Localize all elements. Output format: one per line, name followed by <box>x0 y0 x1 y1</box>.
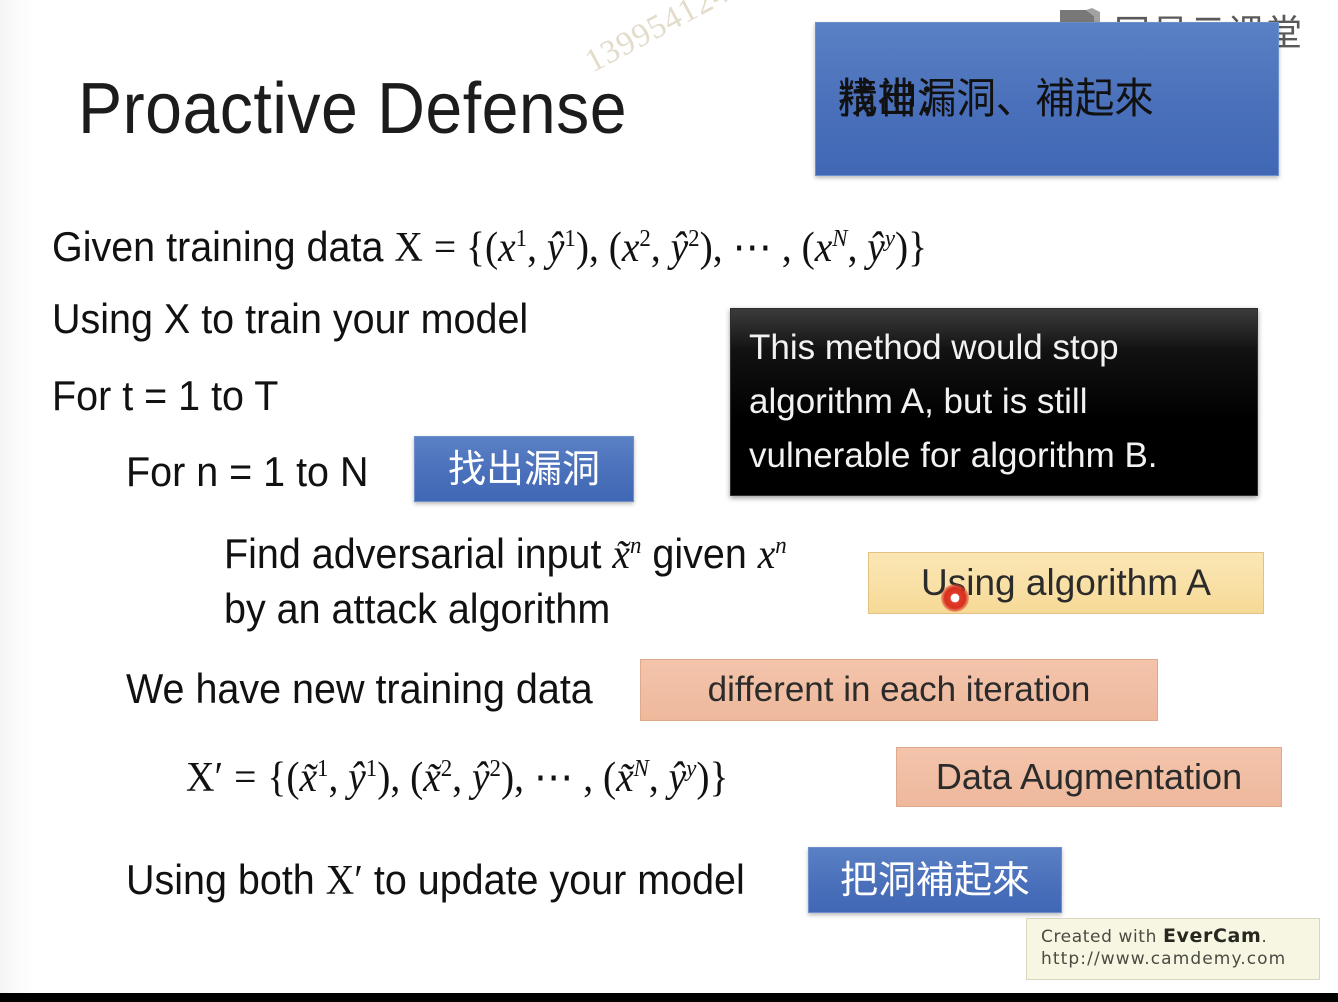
comma-2: , <box>650 225 671 271</box>
eq-sign: = <box>234 755 257 801</box>
slide-canvas: Proactive Defense 1399541243 网易云课堂 精神： 找… <box>0 0 1338 1002</box>
x-2: x <box>621 225 640 271</box>
find-prefix: Find adversarial input <box>224 530 613 577</box>
page-title: Proactive Defense <box>78 69 628 149</box>
spirit-callout-box: 精神： 找出漏洞、補起來 <box>815 22 1279 176</box>
yhat-2: ŷ <box>670 225 689 271</box>
xt-sup-1: 1 <box>317 755 329 782</box>
text-line-update-your-model: Using both X′ to update your model <box>126 856 745 905</box>
xt-sup-2: 2 <box>440 755 453 782</box>
sup-N: N <box>832 225 848 252</box>
comma-1: , <box>527 225 547 271</box>
comma-5: , <box>452 755 472 801</box>
note-callout-box: This method would stop algorithm A, but … <box>730 308 1258 496</box>
evercam-brand: EverCam <box>1162 925 1262 947</box>
update-prefix: Using both <box>126 856 326 903</box>
text-line-find-adversarial-input: Find adversarial input x̃n given xn <box>224 530 787 579</box>
yhat-sup-1: 1 <box>365 755 378 782</box>
comma-4: , <box>328 755 349 801</box>
user-id-watermark: 1399541243 <box>579 0 751 80</box>
yhat-1: ŷ <box>546 225 565 271</box>
evercam-line-1: Created with EverCam. <box>1041 925 1319 947</box>
given-open: = {( <box>433 225 499 271</box>
x-N: x <box>814 225 833 271</box>
sup-n-1: n <box>629 532 642 559</box>
sup-1b: 1 <box>564 225 576 252</box>
sup-n-2: n <box>775 532 787 559</box>
note-line-3: vulnerable for algorithm B. <box>749 436 1158 476</box>
xt-N: x̃ <box>616 755 634 801</box>
xt-sup-N: N <box>633 755 649 782</box>
x-tilde-n: x̃ <box>612 532 630 578</box>
comma-3: , <box>847 225 868 271</box>
comma-6: , <box>648 755 669 801</box>
X-prime-2: X′ <box>325 858 363 904</box>
text-line-using-x-to-train: Using X to train your model <box>52 295 529 342</box>
yhat-p1: ŷ <box>348 755 366 801</box>
yhat-N: ŷ <box>867 225 885 271</box>
sup-y: y <box>884 225 896 252</box>
mid-3: ), ( <box>377 755 424 801</box>
X-prime: X′ <box>186 755 224 801</box>
sup-1a: 1 <box>515 225 528 252</box>
mid-2: ), ⋯ , ( <box>699 225 815 271</box>
patch-hole-callout: 把洞補起來 <box>808 847 1062 913</box>
sup-2a: 2 <box>639 225 651 252</box>
evercam-suffix: . <box>1261 927 1268 947</box>
evercam-line-2: http://www.camdemy.com <box>1041 949 1287 969</box>
yhat-pN: ŷ <box>668 755 687 801</box>
x-1: x <box>498 225 516 271</box>
text-line-for-n: For n = 1 to N <box>126 448 369 495</box>
open-set-2: {( <box>267 755 300 801</box>
text-line-x-prime-formula: X′ = {(x̃1, ŷ1), (x̃2, ŷ2), ⋯ , (x̃N, ŷy… <box>186 752 728 802</box>
mid-4: ), ⋯ , ( <box>500 755 617 801</box>
using-algorithm-a-callout: Using algorithm A <box>868 552 1264 614</box>
spirit-line-2: 找出漏洞、補起來 <box>838 74 1154 124</box>
evercam-watermark-badge: Created with EverCam. http://www.camdemy… <box>1026 918 1320 980</box>
close-set-1: )} <box>895 225 928 271</box>
given-X: X <box>394 225 423 271</box>
yhat-sup-2: 2 <box>489 755 501 782</box>
data-augmentation-callout: Data Augmentation <box>896 747 1282 807</box>
note-line-2: algorithm A, but is still <box>749 381 1088 421</box>
mid-1: ), ( <box>575 225 622 271</box>
update-suffix: to update your model <box>362 856 745 903</box>
yhat-sup-y: y <box>686 755 697 782</box>
evercam-prefix: Created with <box>1041 927 1163 947</box>
close-set-2: )} <box>696 755 729 801</box>
find-vulnerability-callout: 找出漏洞 <box>414 436 634 502</box>
text-line-new-training-data: We have new training data <box>126 665 593 712</box>
text-line-by-attack-algorithm: by an attack algorithm <box>224 585 611 632</box>
left-edge-shading <box>0 0 36 994</box>
xt-1: x̃ <box>299 755 318 801</box>
xt-2: x̃ <box>423 755 441 801</box>
yhat-p2: ŷ <box>471 755 490 801</box>
bottom-black-bar <box>0 993 1338 1002</box>
given-word: given <box>641 530 758 577</box>
text-line-for-t: For t = 1 to T <box>52 372 279 419</box>
different-each-iteration-callout: different in each iteration <box>640 659 1158 721</box>
x-n: x <box>757 532 776 578</box>
sup-2b: 2 <box>688 225 700 252</box>
given-label: Given training data <box>52 223 384 270</box>
note-line-1: This method would stop <box>749 327 1119 367</box>
text-line-given-training-data: Given training data X = {(x1, ŷ1), (x2, … <box>52 222 927 272</box>
